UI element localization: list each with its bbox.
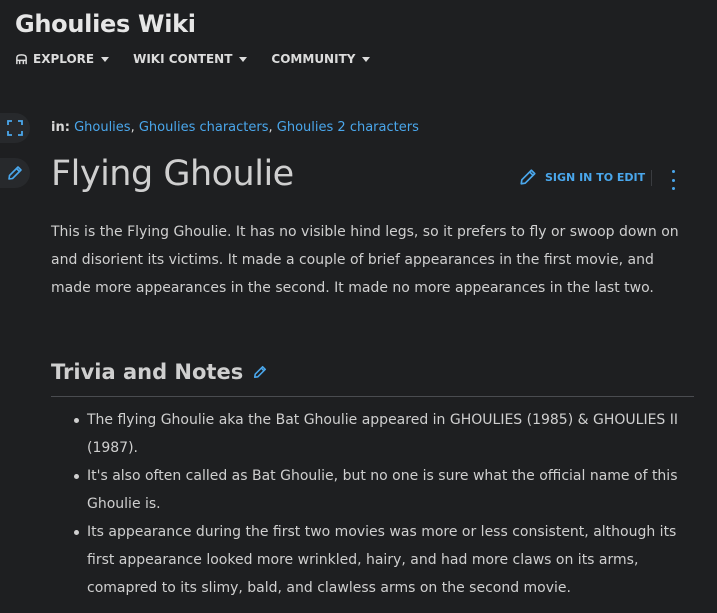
explore-icon (16, 53, 27, 64)
section-divider (51, 396, 694, 397)
edit-section-icon[interactable] (253, 365, 267, 379)
page-title: Flying Ghoulie (51, 154, 294, 194)
trivia-list: The flying Ghoulie aka the Bat Ghoulie a… (74, 406, 695, 602)
section-title: Trivia and Notes (51, 360, 244, 384)
wiki-title[interactable]: Ghoulies Wiki (15, 10, 196, 38)
sign-in-label: SIGN IN TO EDIT (545, 170, 646, 184)
nav-explore-label: EXPLORE (33, 52, 95, 66)
nav-wiki-content[interactable]: WIKI CONTENT (133, 52, 248, 66)
expand-button[interactable] (0, 113, 30, 143)
divider (651, 170, 652, 186)
breadcrumbs-separator: , (130, 120, 139, 135)
category-breadcrumbs: in: Ghoulies, Ghoulies characters, Ghoul… (51, 120, 419, 135)
nav-wiki-content-label: WIKI CONTENT (133, 52, 233, 66)
list-item: The flying Ghoulie aka the Bat Ghoulie a… (74, 406, 695, 462)
nav-community-label: COMMUNITY (271, 52, 356, 66)
pencil-icon (8, 166, 22, 180)
main-nav: EXPLORE WIKI CONTENT COMMUNITY (15, 52, 371, 66)
expand-icon (7, 120, 23, 136)
nav-community[interactable]: COMMUNITY (271, 52, 371, 66)
intro-paragraph: This is the Flying Ghoulie. It has no vi… (51, 224, 679, 296)
edit-rail-button[interactable] (0, 158, 30, 188)
list-item: It's also often called as Bat Ghoulie, b… (74, 462, 695, 518)
more-options-icon[interactable] (667, 170, 679, 190)
breadcrumbs-separator: , (268, 120, 277, 135)
pencil-icon (520, 169, 536, 185)
chevron-down-icon (362, 56, 371, 62)
category-link-ghoulies-characters[interactable]: Ghoulies characters (139, 120, 269, 135)
category-link-ghoulies-2-characters[interactable]: Ghoulies 2 characters (277, 120, 419, 135)
chevron-down-icon (101, 56, 110, 62)
nav-explore[interactable]: EXPLORE (15, 52, 110, 66)
sign-in-to-edit-button[interactable]: SIGN IN TO EDIT (519, 168, 645, 186)
chevron-down-icon (239, 56, 248, 62)
section-heading: Trivia and Notes (51, 360, 267, 384)
site-header: Ghoulies Wiki EXPLORE WIKI CONTENT COMMU… (0, 0, 717, 90)
list-item: Its appearance during the first two movi… (74, 518, 695, 602)
category-link-ghoulies[interactable]: Ghoulies (74, 120, 131, 135)
breadcrumbs-prefix: in: (51, 120, 70, 135)
